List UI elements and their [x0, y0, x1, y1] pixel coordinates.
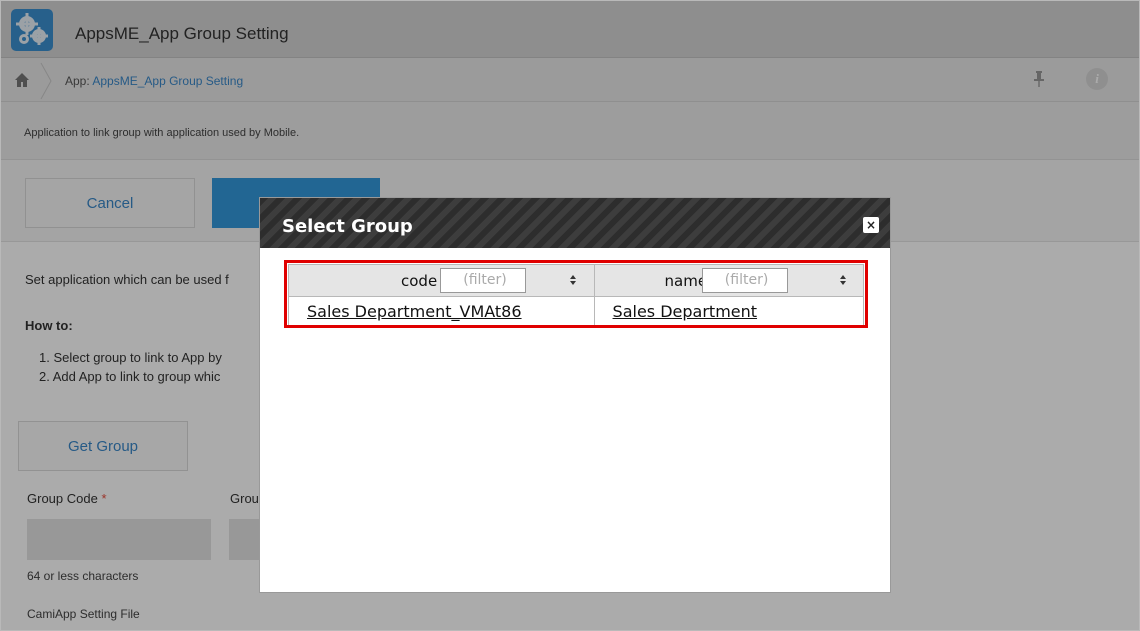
dialog-title: Select Group	[282, 216, 413, 237]
dialog-header: Select Group ×	[260, 198, 890, 248]
close-icon[interactable]: ×	[863, 217, 879, 233]
select-group-dialog: Select Group × code (filter) name (filte…	[259, 197, 891, 593]
app-window: AppsME_App Group Setting App: AppsME_App…	[0, 0, 1140, 631]
highlight-box	[284, 260, 868, 328]
